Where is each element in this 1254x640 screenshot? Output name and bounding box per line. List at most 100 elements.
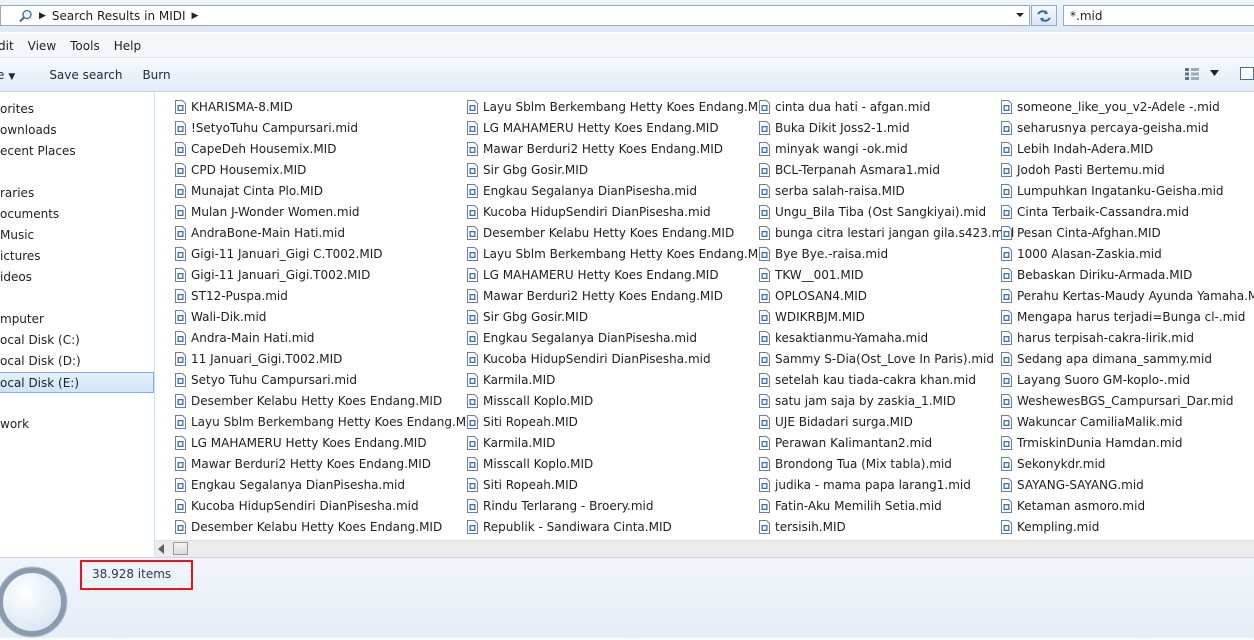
breadcrumb-arrow-icon[interactable]: ▶	[192, 11, 199, 21]
file-item[interactable]: WeshewesBGS_Campursari_Dar.mid	[1001, 390, 1254, 411]
file-item[interactable]: OPLOSAN4.MID	[759, 285, 1014, 306]
address-box[interactable]: ▶ Search Results in MIDI ▶	[0, 5, 1030, 26]
preview-pane-button[interactable]	[1240, 67, 1254, 80]
file-item[interactable]: Desember Kelabu Hetty Koes Endang.MID	[175, 390, 479, 411]
breadcrumb-arrow-icon[interactable]: ▶	[39, 11, 46, 21]
file-item[interactable]: Siti Ropeah.MID	[467, 411, 771, 432]
file-item[interactable]: Sedang apa dimana_sammy.mid	[1001, 348, 1254, 369]
file-item[interactable]: Kucoba HidupSendiri DianPisesha.mid	[467, 201, 771, 222]
file-item[interactable]: Desember Kelabu Hetty Koes Endang.MID	[175, 516, 479, 537]
nav-item[interactable]: mputer	[0, 309, 154, 330]
file-item[interactable]: KHARISMA-8.MID	[175, 96, 479, 117]
menu-tools[interactable]: Tools	[63, 39, 107, 53]
file-item[interactable]: Gigi-11 Januari_Gigi.T002.MID	[175, 264, 479, 285]
file-item[interactable]: Karmila.MID	[467, 432, 771, 453]
file-item[interactable]: WDIKRBJM.MID	[759, 306, 1014, 327]
file-item[interactable]: Perawan Kalimantan2.mid	[759, 432, 1014, 453]
file-item[interactable]: Kucoba HidupSendiri DianPisesha.mid	[175, 495, 479, 516]
nav-item[interactable]: orites	[0, 99, 154, 120]
file-item[interactable]: Engkau Segalanya DianPisesha.mid	[467, 327, 771, 348]
file-item[interactable]: !SetyoTuhu Campursari.mid	[175, 117, 479, 138]
file-item[interactable]: AndraBone-Main Hati.mid	[175, 222, 479, 243]
file-item[interactable]: harus terpisah-cakra-lirik.mid	[1001, 327, 1254, 348]
file-item[interactable]: Kucoba HidupSendiri DianPisesha.mid	[467, 348, 771, 369]
file-item[interactable]: Layu Sblm Berkembang Hetty Koes Endang.M…	[467, 243, 771, 264]
file-item[interactable]: Misscall Koplo.MID	[467, 453, 771, 474]
file-item[interactable]: kesaktianmu-Yamaha.mid	[759, 327, 1014, 348]
file-item[interactable]: Sir Gbg Gosir.MID	[467, 159, 771, 180]
file-item[interactable]: Republik - Sandiwara Cinta.MID	[467, 516, 771, 537]
file-item[interactable]: Ketaman asmoro.mid	[1001, 495, 1254, 516]
file-item[interactable]: Perahu Kertas-Maudy Ayunda Yamaha.MID	[1001, 285, 1254, 306]
menu-view[interactable]: View	[21, 39, 63, 53]
file-item[interactable]: BCL-Terpanah Asmara1.mid	[759, 159, 1014, 180]
file-item[interactable]: Ungu_Bila Tiba (Ost Sangkiyai).mid	[759, 201, 1014, 222]
nav-item[interactable]: ecent Places	[0, 141, 154, 162]
file-item[interactable]: TrmiskinDunia Hamdan.mid	[1001, 432, 1254, 453]
file-item[interactable]: Pesan Cinta-Afghan.MID	[1001, 222, 1254, 243]
file-item[interactable]: minyak wangi -ok.mid	[759, 138, 1014, 159]
file-item[interactable]: Bye Bye.-raisa.mid	[759, 243, 1014, 264]
file-item[interactable]: CapeDeh Housemix.MID	[175, 138, 479, 159]
file-item[interactable]: Sir Gbg Gosir.MID	[467, 306, 771, 327]
scroll-left-arrow-icon[interactable]	[157, 544, 165, 554]
file-item[interactable]: seharusnya percaya-geisha.mid	[1001, 117, 1254, 138]
nav-item[interactable]: Music	[0, 225, 154, 246]
file-item[interactable]: Wali-Dik.mid	[175, 306, 479, 327]
file-item[interactable]: Kempling.mid	[1001, 516, 1254, 537]
breadcrumb-search-results[interactable]: Search Results in MIDI	[52, 9, 186, 23]
file-item[interactable]: Mengapa harus terjadi=Bunga cl-.mid	[1001, 306, 1254, 327]
file-item[interactable]: Siti Ropeah.MID	[467, 474, 771, 495]
menu-edit[interactable]: dit	[0, 39, 21, 53]
file-item[interactable]: CPD Housemix.MID	[175, 159, 479, 180]
file-item[interactable]: Mawar Berduri2 Hetty Koes Endang.MID	[467, 285, 771, 306]
file-item[interactable]: Buka Dikit Joss2-1.mid	[759, 117, 1014, 138]
file-item[interactable]: judika - mama papa larang1.mid	[759, 474, 1014, 495]
chevron-down-icon[interactable]	[1015, 10, 1025, 20]
file-item[interactable]: Cinta Terbaik-Cassandra.mid	[1001, 201, 1254, 222]
file-item[interactable]: Setyo Tuhu Campursari.mid	[175, 369, 479, 390]
save-search-button[interactable]: Save search	[39, 68, 132, 82]
file-item[interactable]: Layu Sblm Berkembang Hetty Koes Endang.M…	[175, 411, 479, 432]
file-item[interactable]: someone_like_you_v2-Adele -.mid	[1001, 96, 1254, 117]
file-item[interactable]: Misscall Koplo.MID	[467, 390, 771, 411]
file-item[interactable]: 1000 Alasan-Zaskia.mid	[1001, 243, 1254, 264]
file-item[interactable]: Munajat Cinta Plo.MID	[175, 180, 479, 201]
nav-item[interactable]: ocuments	[0, 204, 154, 225]
file-item[interactable]: Layu Sblm Berkembang Hetty Koes Endang.M…	[467, 96, 771, 117]
file-item[interactable]: Engkau Segalanya DianPisesha.mid	[467, 180, 771, 201]
nav-item[interactable]: ownloads	[0, 120, 154, 141]
file-item[interactable]: satu jam saja by zaskia_1.MID	[759, 390, 1014, 411]
file-item[interactable]: Rindu Terlarang - Broery.mid	[467, 495, 771, 516]
file-item[interactable]: Mawar Berduri2 Hetty Koes Endang.MID	[467, 138, 771, 159]
nav-item[interactable]: ocal Disk (D:)	[0, 351, 154, 372]
file-item[interactable]: 11 Januari_Gigi.T002.MID	[175, 348, 479, 369]
file-item[interactable]: Layang Suoro GM-koplo-.mid	[1001, 369, 1254, 390]
file-item[interactable]: Karmila.MID	[467, 369, 771, 390]
file-item[interactable]: Engkau Segalanya DianPisesha.mid	[175, 474, 479, 495]
file-item[interactable]: LG MAHAMERU Hetty Koes Endang.MID	[175, 432, 479, 453]
file-item[interactable]: TKW__001.MID	[759, 264, 1014, 285]
file-item[interactable]: Brondong Tua (Mix tabla).mid	[759, 453, 1014, 474]
file-item[interactable]: Bebaskan Diriku-Armada.MID	[1001, 264, 1254, 285]
file-item[interactable]: setelah kau tiada-cakra khan.mid	[759, 369, 1014, 390]
nav-item[interactable]: work	[0, 414, 154, 435]
change-view-icon[interactable]	[1185, 68, 1199, 80]
file-item[interactable]: UJE Bidadari surga.MID	[759, 411, 1014, 432]
file-item[interactable]: Jodoh Pasti Bertemu.mid	[1001, 159, 1254, 180]
file-item[interactable]: serba salah-raisa.MID	[759, 180, 1014, 201]
file-item[interactable]: Andra-Main Hati.mid	[175, 327, 479, 348]
refresh-button[interactable]	[1031, 5, 1057, 26]
file-item[interactable]: Desember Kelabu Hetty Koes Endang.MID	[467, 222, 771, 243]
nav-item[interactable]: ictures	[0, 246, 154, 267]
search-input[interactable]	[1063, 5, 1254, 26]
burn-button[interactable]: Burn	[132, 68, 180, 82]
file-item[interactable]: LG MAHAMERU Hetty Koes Endang.MID	[467, 264, 771, 285]
file-item[interactable]: Wakuncar CamiliaMalik.mid	[1001, 411, 1254, 432]
horizontal-scrollbar[interactable]	[155, 540, 1254, 557]
file-item[interactable]: cinta dua hati - afgan.mid	[759, 96, 1014, 117]
scrollbar-thumb[interactable]	[173, 542, 188, 555]
nav-item[interactable]: raries	[0, 183, 154, 204]
file-item[interactable]: Gigi-11 Januari_Gigi C.T002.MID	[175, 243, 479, 264]
nav-item[interactable]: ocal Disk (C:)	[0, 330, 154, 351]
